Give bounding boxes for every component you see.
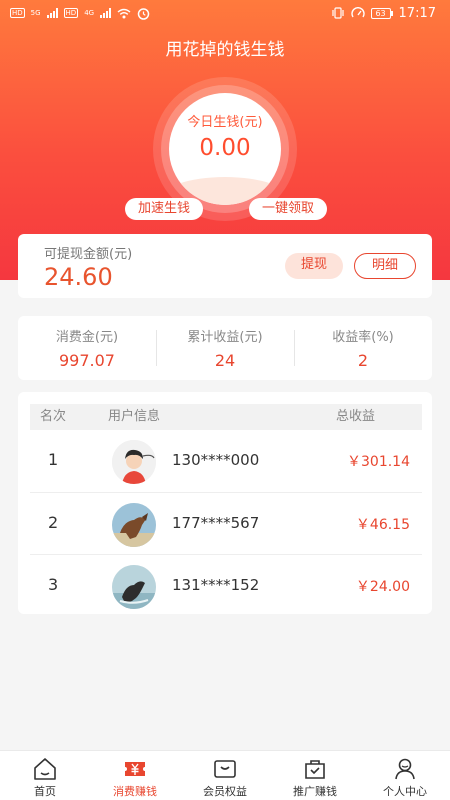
tab-label: 首页 bbox=[34, 785, 56, 798]
wifi-icon bbox=[117, 8, 131, 18]
stat-total-earnings: 累计收益(元) 24 bbox=[156, 326, 294, 370]
ranking-header: 名次 用户信息 总收益 bbox=[30, 404, 422, 430]
user-column-header: 用户信息 bbox=[108, 409, 161, 424]
status-time: 17:17 bbox=[398, 5, 436, 21]
details-button[interactable]: 明细 bbox=[354, 253, 416, 279]
rank-number: 3 bbox=[48, 575, 59, 594]
speed-gauge-icon bbox=[350, 6, 365, 17]
total-column-header: 总收益 bbox=[336, 409, 376, 424]
hd-badge-2: HD bbox=[63, 8, 79, 18]
hd-badge: HD bbox=[10, 8, 25, 18]
user-phone: 177****567 bbox=[172, 514, 260, 532]
stat-consumption: 消费金(元) 997.07 bbox=[18, 326, 156, 370]
avatar bbox=[112, 503, 156, 547]
today-earnings-value: 0.00 bbox=[199, 135, 251, 161]
page-title: 用花掉的钱生钱 bbox=[165, 40, 285, 60]
total-earnings: ￥46.15 bbox=[355, 517, 410, 533]
user-phone: 130****000 bbox=[172, 451, 260, 469]
tab-profile[interactable]: 个人中心 bbox=[360, 751, 450, 800]
member-card-icon bbox=[214, 760, 236, 778]
today-earnings-label: 今日生钱(元) bbox=[187, 115, 263, 130]
user-phone: 131****152 bbox=[172, 576, 260, 594]
signal-icon bbox=[46, 8, 58, 18]
person-icon bbox=[395, 758, 415, 780]
avatar bbox=[112, 440, 156, 484]
withdraw-card: 可提现金额(元) 24.60 提现 明细 bbox=[18, 234, 432, 298]
stat-value: 24 bbox=[214, 351, 236, 370]
battery-icon: 63 bbox=[370, 7, 393, 19]
tab-home[interactable]: 首页 bbox=[0, 751, 90, 800]
tab-consume-earn[interactable]: 消费赚钱 bbox=[90, 751, 180, 800]
speed-up-button[interactable]: 加速生钱 bbox=[125, 198, 203, 220]
stat-value: 997.07 bbox=[59, 351, 115, 370]
stat-label: 消费金(元) bbox=[55, 330, 119, 345]
coupon-yen-icon bbox=[125, 762, 145, 776]
home-icon bbox=[34, 758, 56, 780]
stat-value: 2 bbox=[357, 351, 369, 370]
total-earnings: ￥24.00 bbox=[355, 579, 410, 595]
tab-label: 个人中心 bbox=[383, 785, 427, 798]
bottom-tab-bar: 首页 消费赚钱 会员权益 推广赚钱 个人中心 bbox=[0, 750, 450, 800]
rank-column-header: 名次 bbox=[40, 409, 67, 424]
one-click-claim-button[interactable]: 一键领取 bbox=[249, 198, 327, 220]
signal-icon-2 bbox=[100, 8, 112, 18]
network-5g-label: 5G bbox=[30, 9, 41, 17]
today-earnings-circle: 今日生钱(元) 0.00 bbox=[169, 93, 281, 205]
ranking-card: 名次 用户信息 总收益 1 130****000 ￥301.14 2 177**… bbox=[18, 392, 432, 614]
battery-level: 63 bbox=[370, 7, 391, 19]
tab-promote-earn[interactable]: 推广赚钱 bbox=[270, 751, 360, 800]
alarm-icon bbox=[137, 7, 150, 20]
tab-label: 推广赚钱 bbox=[293, 785, 337, 798]
stat-label: 累计收益(元) bbox=[187, 330, 263, 345]
tab-label: 会员权益 bbox=[203, 785, 247, 798]
total-earnings: ￥301.14 bbox=[347, 454, 410, 470]
ranking-row[interactable]: 1 130****000 ￥301.14 bbox=[30, 430, 422, 492]
stat-label: 收益率(%) bbox=[332, 330, 394, 345]
tab-member-benefits[interactable]: 会员权益 bbox=[180, 751, 270, 800]
withdraw-label: 可提现金额(元) bbox=[44, 247, 133, 262]
rank-number: 2 bbox=[48, 513, 59, 532]
tab-label: 消费赚钱 bbox=[113, 785, 157, 798]
withdraw-amount: 24.60 bbox=[44, 263, 113, 291]
network-4g-label: 4G bbox=[84, 9, 95, 17]
status-bar: HD 5G HD 4G 63 17:17 bbox=[0, 0, 450, 26]
vibrate-icon bbox=[331, 7, 344, 19]
stat-yield-rate: 收益率(%) 2 bbox=[294, 326, 432, 370]
ranking-row[interactable]: 2 177****567 ￥46.15 bbox=[30, 492, 422, 554]
avatar bbox=[112, 565, 156, 609]
stats-card: 消费金(元) 997.07 累计收益(元) 24 收益率(%) 2 bbox=[18, 316, 432, 380]
share-bag-icon bbox=[305, 760, 325, 779]
withdraw-button[interactable]: 提现 bbox=[285, 253, 343, 279]
ranking-row[interactable]: 3 131****152 ￥24.00 bbox=[30, 554, 422, 616]
rank-number: 1 bbox=[48, 450, 59, 469]
